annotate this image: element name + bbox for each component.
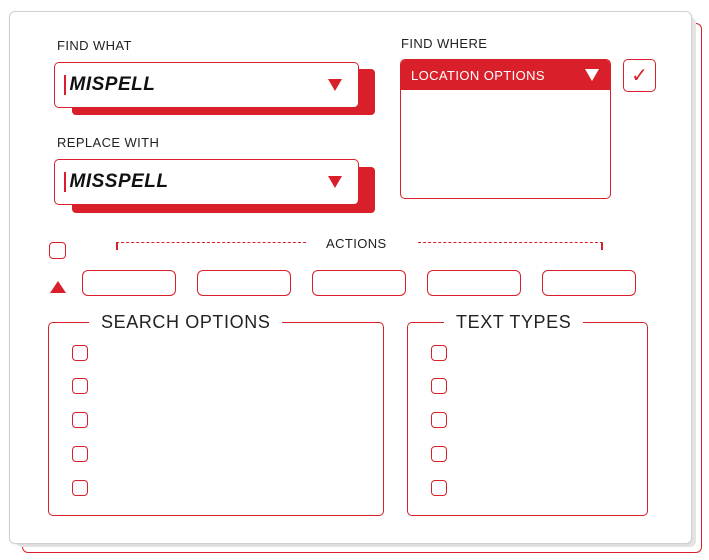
text-type-checkbox[interactable] [431,345,447,361]
text-type-checkbox[interactable] [431,446,447,462]
location-options-label: LOCATION OPTIONS [411,67,546,83]
search-option-checkbox[interactable] [72,345,88,361]
location-options-list[interactable]: LOCATION OPTIONS [400,59,611,199]
action-button-3[interactable] [312,270,406,296]
search-option-checkbox[interactable] [72,412,88,428]
actions-label: ACTIONS [326,236,387,251]
confirm-checkbox[interactable]: ✓ [623,59,656,92]
search-options-title: SEARCH OPTIONS [89,312,283,333]
search-options-group [48,322,384,516]
text-cursor [64,172,66,192]
text-types-title: TEXT TYPES [444,312,584,333]
actions-dash-left [116,242,306,243]
action-button-1[interactable] [82,270,176,296]
find-what-value: MISPELL [69,74,156,95]
text-type-checkbox[interactable] [431,480,447,496]
triangle-up-icon[interactable] [50,281,66,293]
triangle-down-icon[interactable] [585,69,599,81]
find-what-label: FIND WHAT [57,38,132,53]
action-button-2[interactable] [197,270,291,296]
actions-bracket-right [601,242,603,250]
search-option-checkbox[interactable] [72,446,88,462]
search-option-checkbox[interactable] [72,378,88,394]
find-what-combobox[interactable]: MISPELL [54,62,359,108]
action-button-4[interactable] [427,270,521,296]
replace-with-label: REPLACE WITH [57,135,160,150]
search-option-checkbox[interactable] [72,480,88,496]
actions-dash-right [418,242,603,243]
text-type-checkbox[interactable] [431,378,447,394]
replace-with-value: MISSPELL [69,171,169,192]
replace-with-combobox[interactable]: MISSPELL [54,159,359,205]
text-type-checkbox[interactable] [431,412,447,428]
action-button-5[interactable] [542,270,636,296]
actions-bracket-left [116,242,118,250]
actions-toggle-checkbox[interactable] [49,242,66,259]
checkmark-icon: ✓ [631,64,648,87]
triangle-down-icon[interactable] [328,79,342,91]
triangle-down-icon[interactable] [328,176,342,188]
text-cursor [64,75,66,95]
location-options-dropdown[interactable]: LOCATION OPTIONS [401,60,610,90]
find-where-label: FIND WHERE [401,36,488,51]
